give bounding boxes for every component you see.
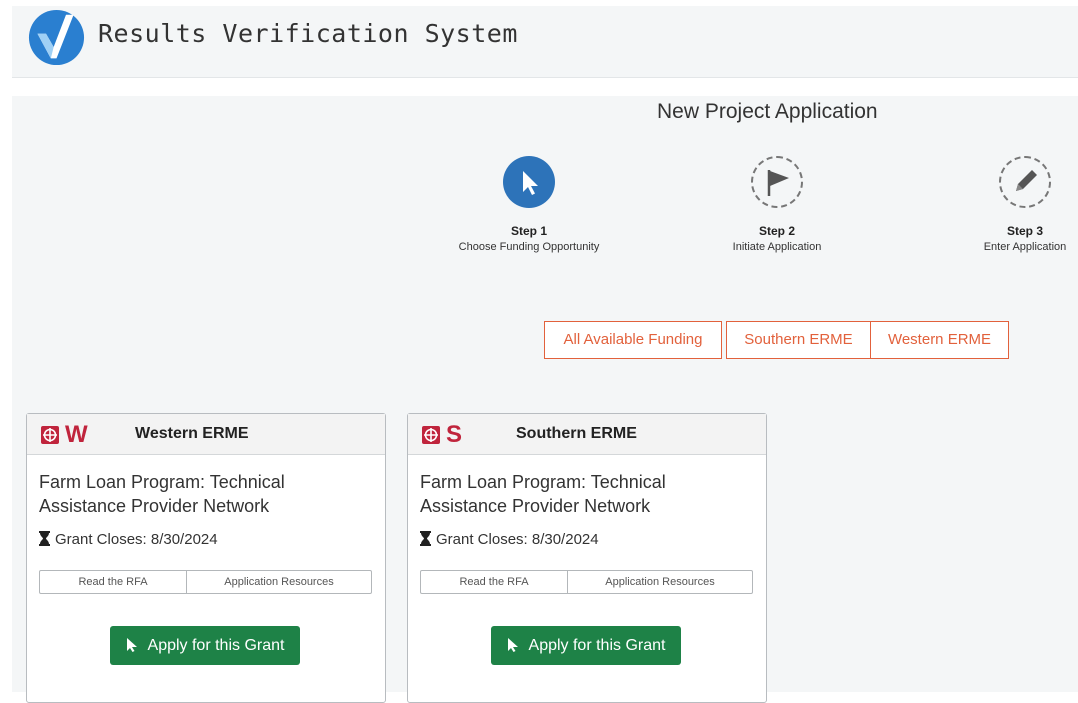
step-3-description: Enter Application bbox=[983, 241, 1067, 253]
app-title: Results Verification System bbox=[98, 19, 518, 48]
crosshair-badge-icon bbox=[41, 426, 59, 444]
step-1-label: Step 1 bbox=[510, 224, 547, 238]
cursor-pointer-icon bbox=[507, 637, 518, 652]
cursor-pointer-icon bbox=[523, 171, 538, 195]
step-3: Step 3 Enter Application bbox=[925, 156, 1078, 253]
read-rfa-link[interactable]: Read the RFA bbox=[40, 571, 187, 593]
pencil-icon bbox=[1016, 170, 1037, 191]
filter-all-available-funding[interactable]: All Available Funding bbox=[544, 321, 722, 359]
step-2-circle bbox=[751, 156, 803, 208]
card-region: Western ERME bbox=[135, 425, 249, 442]
crosshair-badge-icon bbox=[422, 426, 440, 444]
card-link-group: Read the RFA Application Resources bbox=[39, 570, 372, 594]
funding-card-western: W Western ERME Farm Loan Program: Techni… bbox=[26, 413, 386, 703]
grant-title: Farm Loan Program: Technical Assistance … bbox=[39, 472, 285, 516]
step-1-circle bbox=[503, 156, 555, 208]
cursor-pointer-icon bbox=[126, 637, 137, 652]
app-header: Results Verification System bbox=[12, 6, 1078, 78]
step-1: Step 1 Choose Funding Opportunity bbox=[429, 156, 629, 253]
read-rfa-link[interactable]: Read the RFA bbox=[421, 571, 568, 593]
filter-western-erme[interactable]: Western ERME bbox=[870, 321, 1009, 359]
region-letter: W bbox=[65, 421, 88, 448]
apply-grant-button[interactable]: Apply for this Grant bbox=[110, 626, 300, 665]
step-3-label: Step 3 bbox=[1006, 224, 1043, 238]
grant-closes: Grant Closes: 8/30/2024 bbox=[420, 531, 599, 548]
step-1-description: Choose Funding Opportunity bbox=[458, 241, 600, 253]
step-2: Step 2 Initiate Application bbox=[677, 156, 877, 253]
hourglass-icon bbox=[420, 531, 431, 546]
hourglass-icon bbox=[39, 531, 50, 546]
grant-closes-text: Grant Closes: 8/30/2024 bbox=[55, 531, 218, 548]
grant-closes-text: Grant Closes: 8/30/2024 bbox=[436, 531, 599, 548]
app-logo-icon bbox=[28, 9, 85, 66]
apply-grant-button[interactable]: Apply for this Grant bbox=[491, 626, 681, 665]
flag-icon bbox=[767, 170, 789, 196]
card-header: S Southern ERME bbox=[408, 414, 766, 455]
application-resources-link[interactable]: Application Resources bbox=[568, 571, 752, 593]
main-content: New Project Application Step 1 Choose Fu… bbox=[12, 96, 1078, 703]
apply-button-label: Apply for this Grant bbox=[528, 636, 666, 654]
filter-southern-erme[interactable]: Southern ERME bbox=[726, 321, 871, 359]
card-region: Southern ERME bbox=[516, 425, 637, 442]
grant-closes: Grant Closes: 8/30/2024 bbox=[39, 531, 218, 548]
apply-button-label: Apply for this Grant bbox=[147, 636, 285, 654]
grant-title: Farm Loan Program: Technical Assistance … bbox=[420, 472, 666, 516]
page-title: New Project Application bbox=[657, 100, 878, 123]
card-header: W Western ERME bbox=[27, 414, 385, 455]
region-letter: S bbox=[446, 421, 463, 448]
step-3-circle bbox=[999, 156, 1051, 208]
application-resources-link[interactable]: Application Resources bbox=[187, 571, 371, 593]
card-link-group: Read the RFA Application Resources bbox=[420, 570, 753, 594]
step-2-label: Step 2 bbox=[758, 224, 795, 238]
step-2-description: Initiate Application bbox=[732, 241, 822, 253]
funding-card-southern: S Southern ERME Farm Loan Program: Techn… bbox=[407, 413, 767, 703]
